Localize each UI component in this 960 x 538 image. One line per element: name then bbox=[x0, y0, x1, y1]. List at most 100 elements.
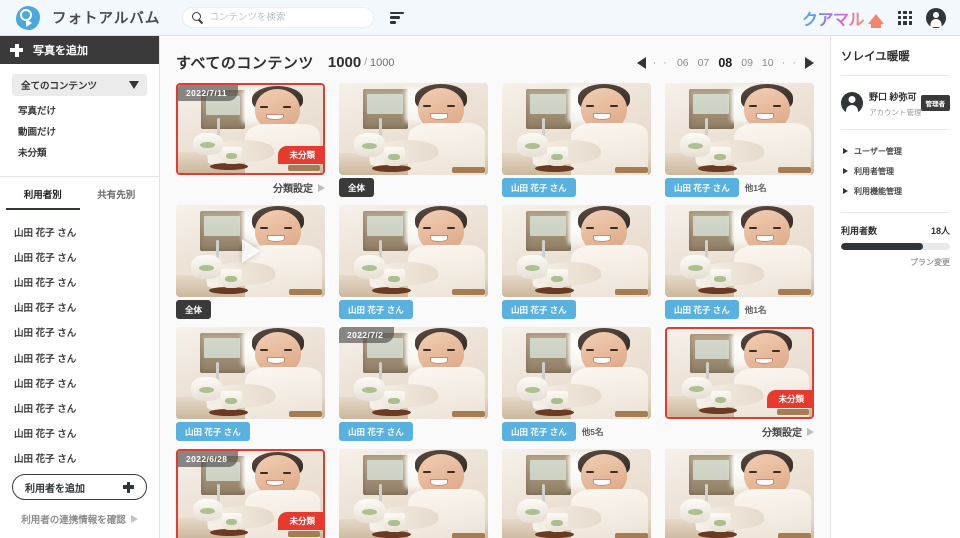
classify-settings-link[interactable]: 分類設定 bbox=[762, 424, 814, 439]
top-header: フォトアルバム クアマル bbox=[0, 0, 960, 36]
user-count-meter-header: 利用者数 18人 bbox=[841, 224, 950, 237]
account-avatar-icon[interactable] bbox=[926, 7, 946, 28]
house-icon bbox=[868, 13, 884, 28]
unclassified-badge: 未分類 bbox=[767, 390, 812, 408]
apps-grid-icon[interactable] bbox=[898, 10, 912, 25]
sidebar-tabs: 利用者別 共有先別 bbox=[0, 177, 159, 210]
tab-by-share-target[interactable]: 共有先別 bbox=[80, 177, 154, 210]
content-thumbnail[interactable] bbox=[502, 83, 651, 175]
content-thumbnail[interactable] bbox=[502, 327, 651, 419]
photo-image bbox=[502, 449, 651, 538]
content-thumbnail[interactable] bbox=[665, 205, 814, 297]
page-10[interactable]: 10 bbox=[761, 57, 775, 69]
user-list-item[interactable]: 山田 花子 さん bbox=[0, 320, 159, 345]
share-target-tag[interactable]: 全体 bbox=[176, 300, 212, 319]
content-card[interactable]: 未分類 分類設定 bbox=[665, 327, 814, 449]
content-card[interactable]: 2022/7/2 山田 花子 さん bbox=[339, 327, 488, 449]
corp-logo-text: クアマル bbox=[802, 6, 865, 30]
content-card[interactable]: 山田 花子 さん bbox=[176, 327, 325, 449]
search-input[interactable] bbox=[209, 12, 365, 23]
content-thumbnail[interactable]: 2022/7/2 bbox=[339, 327, 488, 419]
photo-image bbox=[665, 83, 814, 175]
corp-logo[interactable]: クアマル bbox=[802, 6, 884, 30]
content-card[interactable]: 山田 花子 さん bbox=[502, 205, 651, 327]
content-thumbnail[interactable] bbox=[339, 83, 488, 175]
user-list-item[interactable]: 山田 花子 さん bbox=[0, 244, 159, 269]
content-card[interactable]: 山田 花子 さん bbox=[339, 205, 488, 327]
share-target-tag[interactable]: 全体 bbox=[339, 178, 375, 197]
card-footer: 山田 花子 さん 他5名 bbox=[502, 419, 651, 441]
filter-option-photos[interactable]: 写真だけ bbox=[12, 96, 147, 117]
add-user-button[interactable]: 利用者を追加 bbox=[12, 474, 147, 500]
user-list-item[interactable]: 山田 花子 さん bbox=[0, 269, 159, 294]
page-09[interactable]: 09 bbox=[740, 57, 754, 69]
filter-option-videos[interactable]: 動画だけ bbox=[12, 117, 147, 138]
arrow-right-icon[interactable] bbox=[805, 56, 814, 69]
camera-blob-icon bbox=[14, 4, 44, 32]
content-thumbnail[interactable] bbox=[502, 449, 651, 538]
content-card[interactable]: 2022/6/28 未分類 bbox=[176, 449, 325, 538]
user-list-item[interactable]: 山田 花子 さん bbox=[0, 446, 159, 468]
arrow-left-icon[interactable] bbox=[636, 56, 646, 69]
content-card[interactable]: 全体 bbox=[339, 83, 488, 205]
main-content: すべてのコンテンツ 1000 / 1000 · · 06 07 08 09 10… bbox=[160, 36, 830, 538]
photo-image bbox=[665, 449, 814, 538]
content-thumbnail[interactable] bbox=[339, 449, 488, 538]
share-target-tag[interactable]: 山田 花子 さん bbox=[665, 300, 739, 319]
content-card[interactable] bbox=[665, 449, 814, 538]
menu-user-management[interactable]: ユーザー管理 bbox=[841, 141, 950, 161]
share-target-tag[interactable]: 山田 花子 さん bbox=[502, 300, 576, 319]
filter-option-unclassified[interactable]: 未分類 bbox=[12, 138, 147, 159]
user-list-item[interactable]: 山田 花子 さん bbox=[0, 421, 159, 446]
user-list-item[interactable]: 山田 花子 さん bbox=[0, 395, 159, 420]
content-thumbnail[interactable] bbox=[176, 205, 325, 297]
filter-sort-icon[interactable] bbox=[390, 11, 405, 24]
share-target-extra-count: 他1名 bbox=[744, 182, 767, 193]
content-thumbnail[interactable] bbox=[665, 449, 814, 538]
share-target-tag[interactable]: 山田 花子 さん bbox=[339, 422, 413, 441]
user-list-item[interactable]: 山田 花子 さん bbox=[0, 219, 159, 244]
pagination-trailing-dots: · · bbox=[781, 56, 798, 69]
content-card[interactable]: 2022/7/11 未分類分類設定 bbox=[176, 83, 325, 205]
content-thumbnail[interactable] bbox=[665, 83, 814, 175]
classify-settings-link[interactable]: 分類設定 bbox=[273, 180, 325, 195]
content-card[interactable] bbox=[339, 449, 488, 538]
content-card[interactable]: 山田 花子 さん 他1名 bbox=[665, 83, 814, 205]
page-06[interactable]: 06 bbox=[676, 57, 690, 69]
share-target-tag[interactable]: 山田 花子 さん bbox=[502, 178, 576, 197]
content-thumbnail[interactable]: 未分類 bbox=[665, 327, 814, 419]
content-thumbnail[interactable] bbox=[502, 205, 651, 297]
page-08[interactable]: 08 bbox=[717, 56, 733, 70]
user-list-item[interactable]: 山田 花子 さん bbox=[0, 295, 159, 320]
tab-by-user[interactable]: 利用者別 bbox=[6, 177, 80, 210]
account-name: 野口 紗弥可 bbox=[869, 92, 917, 102]
search-box[interactable] bbox=[182, 7, 375, 28]
share-target-tag[interactable]: 山田 花子 さん bbox=[339, 300, 413, 319]
card-footer: 山田 花子 さん bbox=[339, 419, 488, 441]
menu-member-management[interactable]: 利用者管理 bbox=[841, 161, 950, 181]
content-card[interactable]: 全体 bbox=[176, 205, 325, 327]
account-summary[interactable]: 野口 紗弥可 アカウント管理 管理者 bbox=[841, 87, 950, 118]
user-list-item[interactable]: 山田 花子 さん bbox=[0, 345, 159, 370]
content-thumbnail[interactable] bbox=[339, 205, 488, 297]
share-target-tag[interactable]: 山田 花子 さん bbox=[502, 422, 576, 441]
share-target-tag[interactable]: 山田 花子 さん bbox=[665, 178, 739, 197]
content-thumbnail[interactable]: 2022/7/11 未分類 bbox=[176, 83, 325, 175]
content-card[interactable]: 山田 花子 さん bbox=[502, 83, 651, 205]
panel-divider bbox=[841, 75, 950, 76]
change-plan-link[interactable]: プラン変更 bbox=[841, 257, 950, 268]
check-user-link-info[interactable]: 利用者の連携情報を確認 bbox=[12, 512, 147, 526]
add-photo-button[interactable]: 写真を追加 bbox=[0, 36, 159, 64]
content-thumbnail[interactable]: 2022/6/28 未分類 bbox=[176, 449, 325, 538]
user-list-item[interactable]: 山田 花子 さん bbox=[0, 370, 159, 395]
content-card[interactable]: 山田 花子 さん 他5名 bbox=[502, 327, 651, 449]
content-thumbnail[interactable] bbox=[176, 327, 325, 419]
page-07[interactable]: 07 bbox=[697, 57, 711, 69]
panel-divider bbox=[841, 212, 950, 213]
share-target-tag[interactable]: 山田 花子 さん bbox=[176, 422, 250, 441]
content-card[interactable] bbox=[502, 449, 651, 538]
content-filter-select[interactable]: 全てのコンテンツ bbox=[12, 74, 147, 96]
play-icon[interactable] bbox=[241, 239, 260, 263]
menu-feature-management[interactable]: 利用機能管理 bbox=[841, 181, 950, 201]
content-card[interactable]: 山田 花子 さん 他1名 bbox=[665, 205, 814, 327]
